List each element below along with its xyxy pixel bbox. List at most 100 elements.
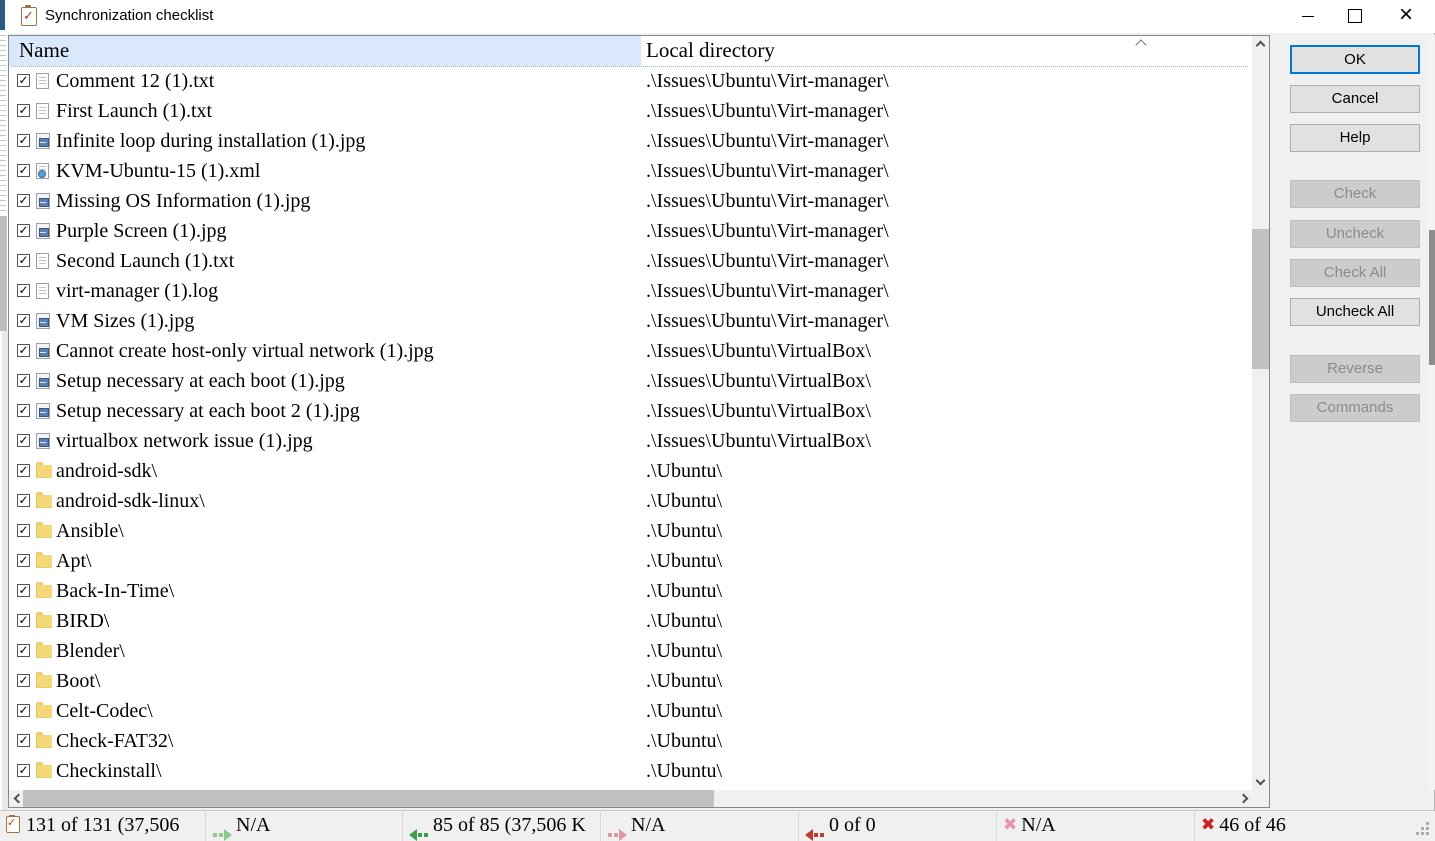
table-row[interactable]: ✓Check-FAT32\.\Ubuntu\ [9,726,1252,756]
minimize-button[interactable] [1285,0,1331,33]
local-directory-cell: .\Ubuntu\ [646,756,722,786]
table-row[interactable]: ✓Setup necessary at each boot (1).jpg.\I… [9,366,1252,396]
file-name: android-sdk-linux\ [56,486,205,516]
scroll-down-button[interactable] [1252,774,1269,791]
folder-icon [36,495,52,508]
row-checkbox[interactable]: ✓ [17,494,30,507]
vertical-scrollbar-thumb[interactable] [1252,229,1269,369]
column-header-local-directory[interactable]: Local directory [641,36,1252,66]
resize-grip[interactable] [1416,822,1430,836]
file-name: Cannot create host-only virtual network … [56,336,434,366]
row-checkbox[interactable]: ✓ [17,284,30,297]
row-checkbox[interactable]: ✓ [17,434,30,447]
status-panel: ✓131 of 131 (37,506 [0,811,205,841]
help-button[interactable]: Help [1290,124,1420,152]
row-checkbox[interactable]: ✓ [17,764,30,777]
row-checkbox[interactable]: ✓ [17,254,30,267]
titlebar: ✓ Synchronization checklist × [0,0,1435,33]
txt-file-icon [36,253,49,269]
horizontal-scrollbar[interactable] [9,790,1254,807]
row-checkbox[interactable]: ✓ [17,134,30,147]
row-checkbox[interactable]: ✓ [17,74,30,87]
table-row[interactable]: ✓First Launch (1).txt.\Issues\Ubuntu\Vir… [9,96,1252,126]
xml-file-icon [36,163,49,179]
ok-button[interactable]: OK [1290,45,1420,74]
row-checkbox[interactable]: ✓ [17,704,30,717]
row-checkbox[interactable]: ✓ [17,644,30,657]
row-checkbox[interactable]: ✓ [17,614,30,627]
local-directory-cell: .\Ubuntu\ [646,576,722,606]
row-checkbox[interactable]: ✓ [17,464,30,477]
table-row[interactable]: ✓Purple Screen (1).jpg.\Issues\Ubuntu\Vi… [9,216,1252,246]
table-row[interactable]: ✓android-sdk\.\Ubuntu\ [9,456,1252,486]
cross-icon: ✖ [1201,811,1215,840]
horizontal-scrollbar-thumb[interactable] [23,790,714,807]
cancel-button[interactable]: Cancel [1290,85,1420,113]
sort-indicator-icon [1137,39,1146,48]
table-row[interactable]: ✓ Cannot create host-only virtual network… [9,336,1252,366]
row-checkbox[interactable]: ✓ [17,104,30,117]
row-checkbox[interactable]: ✓ [17,524,30,537]
row-checkbox[interactable]: ✓ [17,674,30,687]
table-row[interactable]: ✓Celt-Codec\.\Ubuntu\ [9,696,1252,726]
chevron-right-icon [1239,794,1249,804]
table-row[interactable]: ✓Checkinstall\.\Ubuntu\ [9,756,1252,786]
checklist-app-icon: ✓ [21,7,37,26]
row-checkbox[interactable]: ✓ [17,194,30,207]
table-row[interactable]: ✓virt-manager (1).log.\Issues\Ubuntu\Vir… [9,276,1252,306]
row-checkbox[interactable]: ✓ [17,584,30,597]
status-text: 131 of 131 (37,506 [26,814,179,836]
folder-icon [36,465,52,478]
folder-icon [36,525,52,538]
row-checkbox[interactable]: ✓ [17,404,30,417]
jpg-file-icon [36,313,50,329]
jpg-file-icon [36,403,50,419]
scroll-up-button[interactable] [1252,36,1269,53]
chevron-left-icon [14,794,24,804]
table-row[interactable]: ✓Boot\.\Ubuntu\ [9,666,1252,696]
row-checkbox[interactable]: ✓ [17,164,30,177]
vertical-scrollbar[interactable] [1252,36,1269,791]
status-text: N/A [631,814,665,836]
table-row[interactable]: ✓Ansible\.\Ubuntu\ [9,516,1252,546]
table-row[interactable]: ✓Missing OS Information (1).jpg.\Issues\… [9,186,1252,216]
jpg-file-icon [36,433,50,449]
row-checkbox[interactable]: ✓ [17,344,30,357]
row-checkbox[interactable]: ✓ [17,314,30,327]
uncheck-all-button[interactable]: Uncheck All [1290,298,1420,326]
table-row[interactable]: ✓virtualbox network issue (1).jpg.\Issue… [9,426,1252,456]
txt-file-icon [36,283,49,299]
folder-icon [36,615,52,628]
table-row[interactable]: ✓ Back-In-Time\ .\Ubuntu\ [9,576,1252,606]
background-window-edge-left [0,33,8,810]
status-panel: ✖46 of 46 [1194,811,1435,841]
row-checkbox[interactable]: ✓ [17,224,30,237]
jpg-file-icon [36,373,50,389]
table-row[interactable]: ✓VM Sizes (1).jpg.\Issues\Ubuntu\Virt-ma… [9,306,1252,336]
folder-icon [36,765,52,778]
jpg-file-icon [36,193,50,209]
table-row[interactable]: ✓Infinite loop during installation (1).j… [9,126,1252,156]
maximize-button[interactable] [1331,0,1377,33]
table-row[interactable]: ✓Second Launch (1).txt.\Issues\Ubuntu\Vi… [9,246,1252,276]
row-checkbox[interactable]: ✓ [17,374,30,387]
row-checkbox[interactable]: ✓ [17,554,30,567]
file-name: KVM-Ubuntu-15 (1).xml [56,156,260,186]
local-directory-cell: .\Ubuntu\ [646,666,722,696]
status-text: 85 of 85 (37,506 K [433,814,586,836]
table-row[interactable]: ✓ KVM-Ubuntu-15 (1).xml .\Issues\Ubuntu\Vi… [9,156,1252,186]
file-name: Ansible\ [56,516,124,546]
close-button[interactable]: × [1383,0,1429,33]
file-name: Back-In-Time\ [56,576,174,606]
jpg-file-icon [36,223,50,239]
local-directory-cell: .\Issues\Ubuntu\Virt-manager\ [646,156,889,186]
table-row[interactable]: ✓Comment 12 (1).txt.\Issues\Ubuntu\Virt-… [9,66,1252,96]
table-row[interactable]: ✓Setup necessary at each boot 2 (1).jpg.… [9,396,1252,426]
table-row[interactable]: ✓BIRD\.\Ubuntu\ [9,606,1252,636]
column-header-name[interactable]: Name [9,36,641,66]
table-row[interactable]: ✓Apt\.\Ubuntu\ [9,546,1252,576]
table-row[interactable]: ✓android-sdk-linux\.\Ubuntu\ [9,486,1252,516]
table-row[interactable]: ✓Blender\.\Ubuntu\ [9,636,1252,666]
row-checkbox[interactable]: ✓ [17,734,30,747]
statusbar: ✓131 of 131 (37,506 N/A 85 of 85 (37,506 K… [0,810,1435,841]
